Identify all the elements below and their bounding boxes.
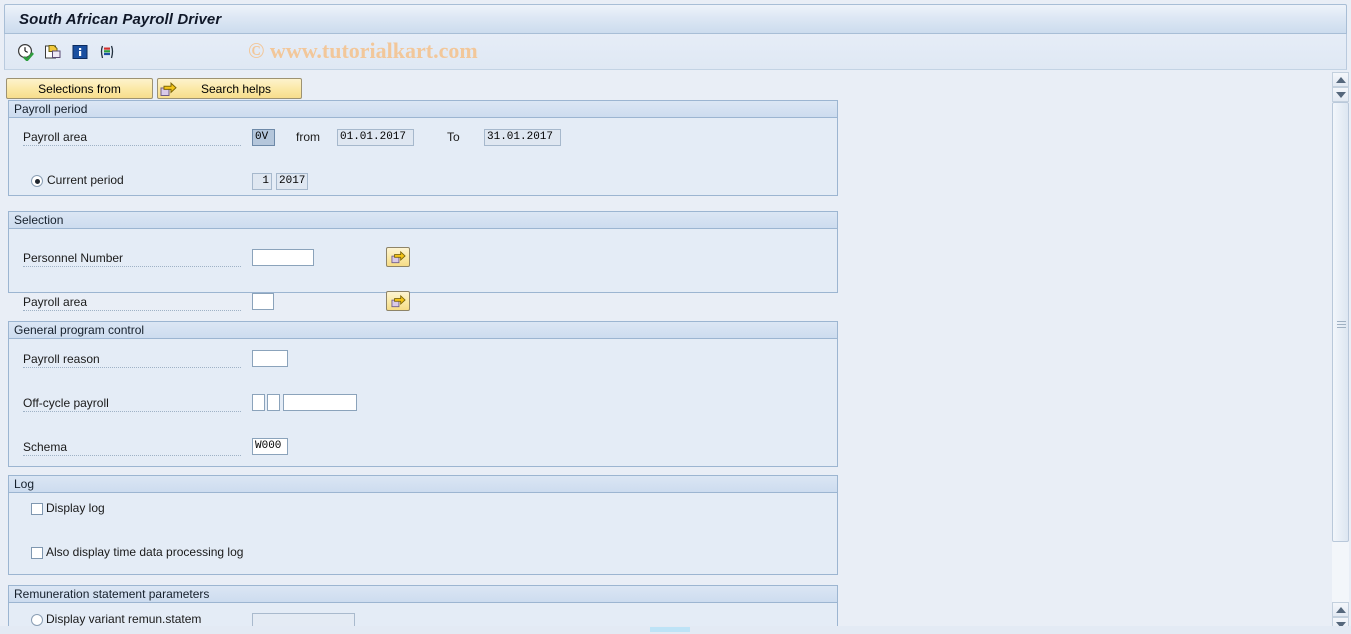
yellow-arrow-icon xyxy=(160,81,177,97)
general-program-control-group: General program control Payroll reason O… xyxy=(8,321,838,541)
chevron-up-icon xyxy=(1335,76,1346,83)
copy-document-icon[interactable] xyxy=(42,41,64,63)
sap-selection-screen: South African Payroll Driver © www.tutor… xyxy=(0,0,1351,634)
chevron-down-icon xyxy=(1335,91,1346,98)
application-toolbar xyxy=(4,34,1347,70)
execute-clock-check-icon[interactable] xyxy=(15,41,37,63)
current-period-radio[interactable] xyxy=(31,175,43,187)
time-data-log-checkbox[interactable] xyxy=(31,547,43,559)
current-period-year-input[interactable]: 2017 xyxy=(276,173,308,190)
display-variant-remun-label: Display variant remun.statem xyxy=(46,612,202,626)
personnel-number-multiple-selection-button[interactable] xyxy=(386,247,410,267)
selections-from-button[interactable]: Selections from xyxy=(6,78,153,99)
log-header: Log xyxy=(9,476,837,493)
selection-payroll-area-input[interactable] xyxy=(252,293,274,310)
scrollbar-thumb[interactable] xyxy=(1332,102,1349,542)
scroll-down-button-top[interactable] xyxy=(1332,87,1349,102)
page-title: South African Payroll Driver xyxy=(19,10,222,28)
to-label: To xyxy=(447,130,460,144)
search-helps-button[interactable]: Search helps xyxy=(157,78,302,99)
from-label: from xyxy=(296,130,320,144)
color-legend-icon[interactable] xyxy=(96,41,118,63)
payroll-period-group: Payroll period Payroll area 0V from 01.0… xyxy=(8,100,838,234)
current-period-row: Current period 1 2017 xyxy=(9,171,837,193)
scroll-up-button[interactable] xyxy=(1332,72,1349,87)
personnel-number-input[interactable] xyxy=(252,249,314,266)
schema-label: Schema xyxy=(23,440,241,456)
selection-group: Selection Personnel Number Payroll area xyxy=(8,211,838,311)
payroll-area-multiple-selection-button[interactable] xyxy=(386,291,410,311)
current-period-label: Current period xyxy=(47,173,124,187)
off-cycle-type-input[interactable] xyxy=(267,394,280,411)
time-data-log-label: Also display time data processing log xyxy=(46,545,244,559)
log-group: Log Display log Also display time data p… xyxy=(8,475,838,610)
payroll-area-label: Payroll area xyxy=(23,130,241,146)
general-program-control-header: General program control xyxy=(9,322,837,339)
display-log-row: Display log xyxy=(9,501,837,523)
off-cycle-payroll-label: Off-cycle payroll xyxy=(23,396,241,412)
current-period-number-input[interactable]: 1 xyxy=(252,173,272,190)
horizontal-scrollbar-thumb[interactable] xyxy=(650,627,690,632)
payroll-reason-input[interactable] xyxy=(252,350,288,367)
remuneration-header: Remuneration statement parameters xyxy=(9,586,837,603)
search-helps-label: Search helps xyxy=(200,81,272,96)
payroll-reason-row: Payroll reason xyxy=(9,349,837,371)
scrollbar-grip-icon xyxy=(1337,321,1346,330)
personnel-number-label: Personnel Number xyxy=(23,251,241,267)
schema-input[interactable]: W000 xyxy=(252,438,288,455)
selection-payroll-area-row: Payroll area xyxy=(9,291,837,314)
window-titlebar: South African Payroll Driver xyxy=(4,4,1347,34)
vertical-scrollbar[interactable] xyxy=(1332,72,1349,632)
display-variant-remun-radio[interactable] xyxy=(31,614,43,626)
scrollbar-track[interactable] xyxy=(1332,102,1349,602)
off-cycle-date-input[interactable] xyxy=(283,394,357,411)
time-data-log-row: Also display time data processing log xyxy=(9,545,837,567)
selection-payroll-area-label: Payroll area xyxy=(23,295,241,311)
yellow-arrow-icon xyxy=(391,294,406,308)
personnel-number-row: Personnel Number xyxy=(9,247,837,270)
off-cycle-reason-input[interactable] xyxy=(252,394,265,411)
off-cycle-payroll-row: Off-cycle payroll xyxy=(9,393,837,415)
selection-button-row: Selections from Search helps xyxy=(6,78,302,99)
scroll-up-button-bottom[interactable] xyxy=(1332,602,1349,617)
period-from-input[interactable]: 01.01.2017 xyxy=(337,129,414,146)
payroll-area-input[interactable]: 0V xyxy=(252,129,275,146)
chevron-up-icon xyxy=(1335,606,1346,613)
payroll-area-row: Payroll area 0V from 01.01.2017 To 31.01… xyxy=(9,127,837,149)
selection-header: Selection xyxy=(9,212,837,229)
selections-from-label: Selections from xyxy=(38,81,121,96)
schema-row: Schema W000 xyxy=(9,437,837,459)
display-log-checkbox[interactable] xyxy=(31,503,43,515)
yellow-arrow-icon xyxy=(391,250,406,264)
period-to-input[interactable]: 31.01.2017 xyxy=(484,129,561,146)
payroll-period-header: Payroll period xyxy=(9,101,837,118)
information-icon[interactable] xyxy=(69,41,91,63)
display-log-label: Display log xyxy=(46,501,105,515)
payroll-reason-label: Payroll reason xyxy=(23,352,241,368)
